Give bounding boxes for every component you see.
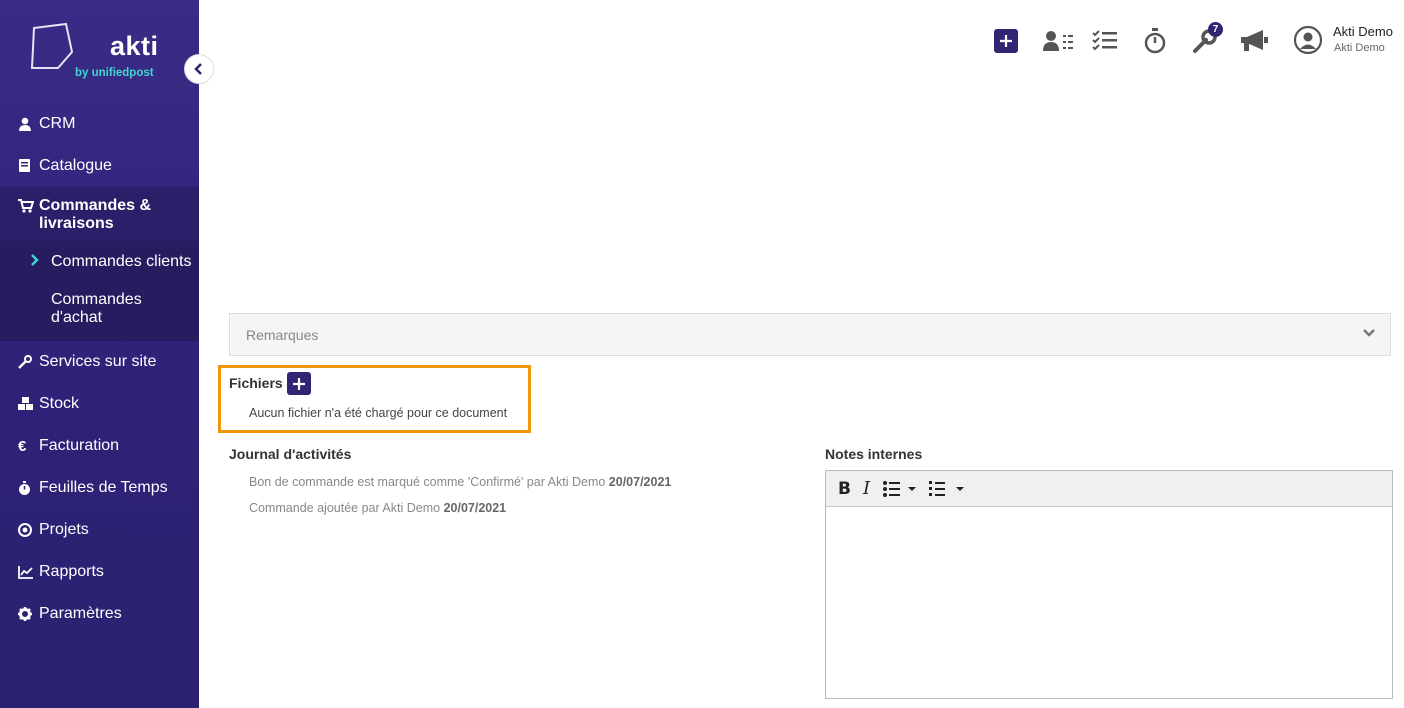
user-company: Akti Demo	[1334, 42, 1385, 54]
journal-entry: Commande ajoutée par Akti Demo 20/07/202…	[249, 501, 506, 515]
contact-list-icon	[1043, 31, 1073, 51]
sidebar-item-crm[interactable]: CRM	[0, 103, 199, 145]
sidebar-item-stock[interactable]: Stock	[0, 383, 199, 425]
announcements-button[interactable]	[1239, 28, 1269, 54]
sidebar-item-catalogue[interactable]: Catalogue	[0, 145, 199, 187]
sidebar-item-label: Paramètres	[39, 605, 122, 622]
journal-entry: Bon de commande est marqué comme 'Confir…	[249, 475, 671, 489]
journal-entry-date: 20/07/2021	[608, 475, 672, 489]
logo-tagline: by unifiedpost	[75, 67, 154, 79]
sidebar-item-facturation[interactable]: € Facturation	[0, 425, 199, 467]
sidebar-subitem-commandes-clients[interactable]: Commandes clients	[0, 241, 199, 283]
sidebar-item-label: Commandes & livraisons	[39, 197, 152, 232]
sidebar-item-label: CRM	[39, 115, 76, 132]
sidebar-item-parametres[interactable]: Paramètres	[0, 593, 199, 635]
sidebar: akti by unifiedpost CRM Catalogue Comman…	[0, 0, 199, 708]
stopwatch-icon	[18, 480, 39, 496]
wrench-icon	[18, 355, 39, 369]
akti-logo[interactable]: akti by unifiedpost	[28, 22, 173, 82]
sidebar-item-services[interactable]: Services sur site	[0, 341, 199, 383]
chart-icon	[18, 565, 39, 579]
cart-icon	[18, 197, 39, 213]
bullet-list-icon	[883, 480, 917, 497]
sidebar-item-label: Projets	[39, 521, 89, 538]
boxes-icon	[18, 397, 39, 411]
notification-badge: 7	[1208, 22, 1223, 37]
user-icon	[18, 117, 39, 131]
sidebar-item-commandes-livraisons[interactable]: Commandes & livraisons	[0, 187, 199, 241]
add-button[interactable]	[994, 29, 1018, 53]
megaphone-icon	[1241, 30, 1268, 51]
sidebar-item-label: Stock	[39, 395, 80, 412]
user-circle-icon	[1293, 25, 1323, 55]
timer-button[interactable]	[1143, 28, 1167, 54]
add-file-button[interactable]	[287, 372, 311, 395]
user-name[interactable]: Akti Demo	[1333, 24, 1393, 39]
sidebar-item-label: Facturation	[39, 437, 120, 454]
euro-icon: €	[18, 437, 27, 455]
chevron-right-icon	[30, 253, 51, 271]
numbered-list-button[interactable]	[924, 476, 972, 502]
numbered-list-icon	[929, 480, 965, 496]
bold-button[interactable]: B	[834, 476, 855, 502]
remarques-label: Remarques	[246, 326, 319, 343]
notes-editor: B I	[825, 470, 1393, 699]
editor-toolbar: B I	[826, 471, 1392, 507]
italic-button[interactable]: I	[859, 476, 874, 502]
remarques-panel[interactable]: Remarques	[229, 313, 1391, 356]
sidebar-subitem-label: Commandes clients	[51, 253, 192, 270]
chevron-left-icon	[194, 63, 202, 75]
sidebar-item-label: Feuilles de Temps	[39, 479, 168, 496]
journal-entry-date: 20/07/2021	[443, 501, 507, 515]
chevron-down-icon	[1363, 329, 1375, 337]
checklist-icon	[1092, 30, 1117, 51]
journal-title: Journal d'activités	[229, 446, 352, 462]
target-icon	[18, 523, 39, 537]
sidebar-collapse-button[interactable]	[184, 54, 214, 84]
journal-entry-text: Bon de commande est marqué comme 'Confir…	[249, 475, 606, 489]
book-icon	[18, 159, 39, 173]
logo-wordmark: akti	[110, 31, 159, 61]
sidebar-item-rapports[interactable]: Rapports	[0, 551, 199, 593]
files-empty-message: Aucun fichier n'a été chargé pour ce doc…	[249, 406, 508, 420]
contacts-button[interactable]	[1042, 29, 1074, 53]
bullet-list-button[interactable]	[878, 476, 920, 502]
plus-icon	[1000, 35, 1012, 47]
sidebar-item-label: Catalogue	[39, 157, 112, 174]
sidebar-subitem-label: Commandes d'achat	[51, 291, 142, 326]
gear-icon	[18, 607, 39, 621]
notes-textarea[interactable]	[826, 507, 1392, 698]
journal-entry-text: Commande ajoutée par Akti Demo	[249, 501, 441, 515]
notes-title: Notes internes	[825, 446, 923, 462]
user-avatar[interactable]	[1293, 25, 1323, 55]
files-title: Fichiers	[229, 375, 283, 391]
plus-icon	[293, 377, 305, 390]
tasks-button[interactable]	[1092, 29, 1118, 53]
sidebar-item-feuilles-temps[interactable]: Feuilles de Temps	[0, 467, 199, 509]
sidebar-group-commandes: Commandes & livraisons Commandes clients…	[0, 187, 199, 341]
sidebar-item-label: Services sur site	[39, 353, 157, 370]
sidebar-subitem-commandes-achat[interactable]: Commandes d'achat	[0, 283, 199, 341]
stopwatch-icon	[1144, 28, 1166, 54]
sidebar-nav: CRM Catalogue Commandes & livraisons Com…	[0, 103, 199, 635]
logo-shape-icon	[30, 22, 74, 69]
sidebar-item-label: Rapports	[39, 563, 104, 580]
sidebar-item-projets[interactable]: Projets	[0, 509, 199, 551]
